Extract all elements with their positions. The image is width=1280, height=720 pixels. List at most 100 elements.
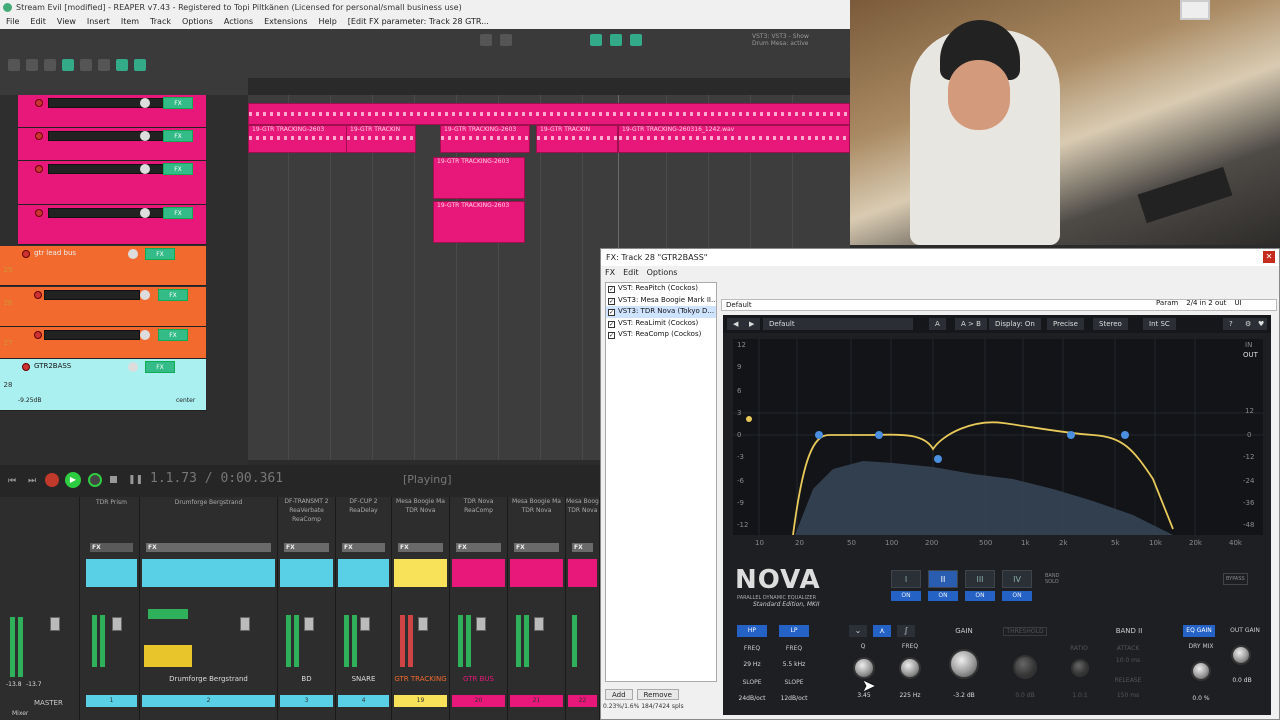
undo-icon[interactable] — [80, 59, 92, 71]
media-item[interactable]: 19-GTR TRACKING-260316_1242.wav — [618, 125, 850, 153]
band-freq-knob[interactable] — [899, 657, 921, 679]
track-panel[interactable]: FX — [18, 95, 206, 128]
track-panel[interactable]: 26 FX — [0, 287, 206, 327]
fx-button[interactable]: FX — [163, 97, 193, 109]
close-icon[interactable]: ✕ — [1263, 251, 1275, 263]
menu-track[interactable]: Track — [150, 15, 171, 29]
io-routing-button[interactable]: 2/4 in 2 out — [1186, 299, 1226, 307]
threshold-button[interactable]: THRESHOLD — [1003, 627, 1047, 636]
track-name-field[interactable] — [44, 290, 140, 300]
go-to-start-icon[interactable]: ⏮ — [8, 476, 16, 486]
strip-fx-list[interactable]: TDR Nova ReaComp — [450, 497, 507, 515]
band-1-on-button[interactable]: ON — [891, 591, 921, 601]
fx-chain-item[interactable]: ✓ VST: ReaPitch (Cockos) — [606, 283, 716, 295]
menu-actions[interactable]: Actions — [224, 15, 253, 29]
low-shelf-icon[interactable]: ⌄ — [849, 625, 867, 637]
eq-curve-svg[interactable] — [733, 339, 1263, 535]
metronome-icon[interactable] — [480, 34, 492, 46]
enable-checkbox[interactable]: ✓ — [608, 297, 615, 305]
param-button[interactable]: Param — [1156, 299, 1178, 307]
mixer-strip[interactable]: TDR Prism FX 1 — [84, 497, 140, 720]
strip-fx-list[interactable]: Drumforge Bergstrand — [140, 497, 277, 509]
ab-toggle-button[interactable]: A > B — [955, 318, 987, 330]
strip-fx-list[interactable]: Mesa Boogie TDR Nova — [566, 497, 599, 515]
strip-header[interactable] — [568, 559, 597, 587]
loop-button[interactable] — [88, 473, 102, 487]
redo-icon[interactable] — [98, 59, 110, 71]
eq-gain-button[interactable]: EQ GAIN — [1183, 625, 1215, 637]
fx-menu-fx[interactable]: FX — [605, 268, 615, 280]
strip-header[interactable] — [510, 559, 563, 587]
mixer-strip[interactable]: Mesa Boogie Ma TDR Nova FX 21 — [508, 497, 566, 720]
stereo-mode-select[interactable]: Stereo — [1093, 318, 1128, 330]
band-solo-button[interactable]: BAND SOLO — [1045, 573, 1059, 585]
volume-knob[interactable] — [128, 362, 138, 372]
enable-checkbox[interactable]: ✓ — [608, 332, 615, 339]
mixer-strip[interactable]: TDR Nova ReaComp FX GTR BUS 20 — [450, 497, 508, 720]
mixer-strip[interactable]: DF-CUP 2 ReaDelay FX SNARE 4 — [336, 497, 392, 720]
menu-extensions[interactable]: Extensions — [264, 15, 307, 29]
band-4-on-button[interactable]: ON — [1002, 591, 1032, 601]
band-3-on-button[interactable]: ON — [965, 591, 995, 601]
record-arm-button[interactable] — [34, 291, 42, 299]
mixer-strip[interactable]: Drumforge Bergstrand FX Drumforge Bergst… — [140, 497, 278, 720]
track-panel[interactable]: FX — [18, 128, 206, 161]
lock-icon[interactable] — [500, 34, 512, 46]
menu-options[interactable]: Options — [182, 15, 213, 29]
mixer-strip[interactable]: Mesa Boogie Ma TDR Nova FX GTR TRACKING … — [392, 497, 450, 720]
strip-fx-list[interactable]: Mesa Boogie Ma TDR Nova — [392, 497, 449, 515]
record-arm-button[interactable] — [35, 132, 43, 140]
fx-button[interactable]: FX — [163, 130, 193, 142]
fx-menu-edit[interactable]: Edit — [623, 268, 639, 280]
strip-fx-list[interactable]: TDR Prism — [84, 497, 139, 509]
strip-header[interactable] — [280, 559, 333, 587]
track-panel-gtr2bass[interactable]: 28 GTR2BASS FX -9.25dB center — [0, 359, 206, 411]
track-panel[interactable]: 27 FX — [0, 327, 206, 359]
volume-knob[interactable] — [140, 208, 150, 218]
strip-name[interactable]: GTR BUS — [452, 673, 505, 685]
fx-chain-item[interactable]: ✓ VST3: Mesa Boogie Mark II... — [606, 295, 716, 307]
envelope-icon[interactable] — [610, 34, 622, 46]
fx-chain-item[interactable]: ✓ VST: ReaComp (Cockos) — [606, 329, 716, 341]
prev-preset-icon[interactable]: ◀ — [727, 318, 745, 330]
menu-help[interactable]: Help — [319, 15, 337, 29]
fx-button[interactable]: FX — [158, 329, 188, 341]
volume-knob[interactable] — [128, 249, 138, 259]
record-arm-button[interactable] — [34, 331, 42, 339]
ab-a-button[interactable]: A — [929, 318, 946, 330]
menu-edit[interactable]: Edit — [30, 15, 46, 29]
strip-name[interactable]: GTR TRACKING — [394, 673, 447, 685]
snap-icon[interactable] — [116, 59, 128, 71]
strip-header[interactable] — [452, 559, 505, 587]
media-item[interactable]: 19-GTR TRACKING-2603 — [433, 201, 525, 243]
track-panel[interactable]: FX — [18, 205, 206, 245]
sidechain-select[interactable]: Int SC — [1143, 318, 1176, 330]
strip-header[interactable] — [394, 559, 447, 587]
dry-mix-knob[interactable] — [1191, 661, 1211, 681]
mixer-strip[interactable]: Mesa Boogie TDR Nova FX 22 — [566, 497, 600, 720]
record-arm-button[interactable] — [35, 209, 43, 217]
record-arm-button[interactable] — [35, 165, 43, 173]
band-2-on-button[interactable]: ON — [928, 591, 958, 601]
bell-icon[interactable]: ⋏ — [873, 625, 891, 637]
track-name-field[interactable] — [44, 330, 140, 340]
band-3-button[interactable]: III — [965, 570, 995, 588]
strip-name[interactable]: Drumforge Bergstrand — [142, 673, 275, 685]
volume-knob[interactable] — [140, 164, 150, 174]
record-arm-button[interactable] — [22, 250, 30, 258]
media-item[interactable] — [248, 103, 850, 125]
nova-preset-selector[interactable]: Default — [763, 318, 913, 330]
enable-checkbox[interactable]: ✓ — [608, 320, 615, 328]
bypass-button[interactable]: BYPASS — [1223, 573, 1248, 585]
heart-icon[interactable]: ♥ — [1255, 318, 1268, 330]
track-panel[interactable]: FX — [18, 161, 206, 205]
band-4-button[interactable]: IV — [1002, 570, 1032, 588]
add-fx-button[interactable]: Add — [605, 689, 633, 700]
go-to-end-icon[interactable]: ⏭ — [28, 476, 36, 486]
mixer-tab-label[interactable]: Mixer — [12, 710, 28, 717]
fx-button[interactable]: FX — [158, 289, 188, 301]
track-name[interactable]: GTR2BASS — [34, 362, 71, 370]
menu-file[interactable]: File — [6, 15, 19, 29]
attack-value[interactable]: 10.0 ms — [1113, 657, 1143, 664]
volume-knob[interactable] — [140, 330, 150, 340]
